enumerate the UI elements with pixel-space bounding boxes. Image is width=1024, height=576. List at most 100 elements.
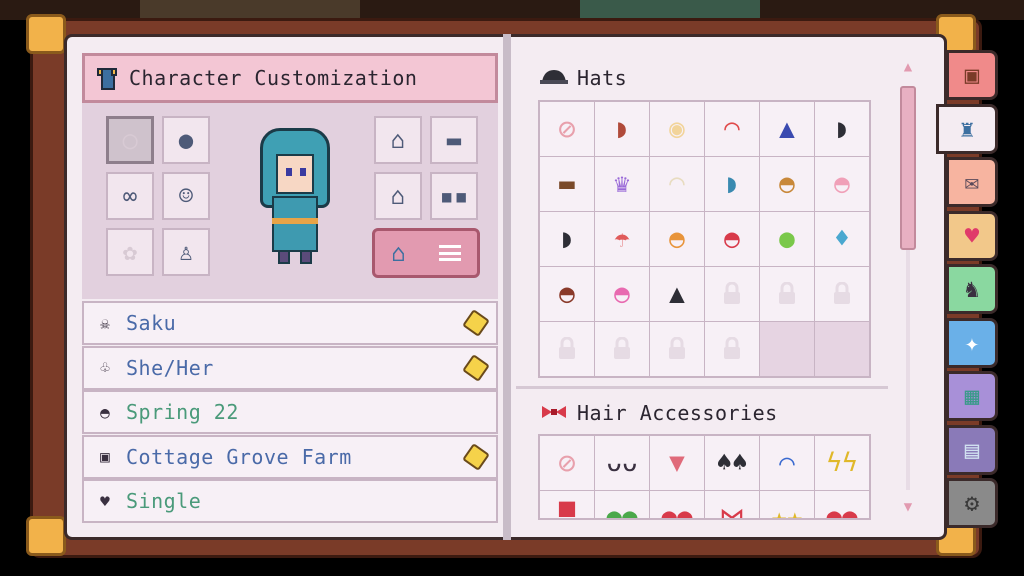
glasses-icon: ▪▪ <box>439 182 469 210</box>
tab-map[interactable]: ▦ <box>946 371 998 421</box>
locked-cell <box>650 322 704 376</box>
empty-cell <box>760 322 814 376</box>
hat-item[interactable]: ◠ <box>650 157 704 211</box>
tab-skills[interactable]: ✦ <box>946 317 998 368</box>
hair-accessory-item[interactable]: ●● <box>650 491 704 520</box>
none-option[interactable]: ⊘ <box>540 102 594 156</box>
info-row: ♥ Single <box>82 479 498 523</box>
bottom-slot[interactable]: ▬ <box>430 116 478 164</box>
edit-pencil-icon[interactable] <box>462 353 490 382</box>
hat-item-icon: ◓ <box>614 279 630 309</box>
lock-icon <box>614 337 630 359</box>
glasses-slot[interactable]: ▪▪ <box>430 172 478 220</box>
tab-relationships[interactable]: ♥ <box>946 210 998 261</box>
locked-cell <box>760 267 814 321</box>
hair-accessory-item-icon: ●● <box>826 503 858 520</box>
hair-accessory-item-icon: ᴗᴗ <box>606 448 638 478</box>
info-text: Cottage Grove Farm <box>126 444 352 469</box>
tab-mail[interactable]: ✉ <box>946 157 998 207</box>
info-row[interactable]: ▣ Cottage Grove Farm <box>82 434 498 479</box>
hat-item[interactable]: ▲ <box>760 102 814 156</box>
hat-item[interactable]: ◗ <box>540 212 594 266</box>
hair-accessory-item[interactable]: ▀ <box>540 491 594 520</box>
hair-accessory-item-icon: ●● <box>661 503 693 520</box>
hat-item[interactable]: ◉ <box>650 102 704 156</box>
hair-accessory-item[interactable]: ▼ <box>650 436 704 490</box>
accessory-slot[interactable]: ✿ <box>106 228 154 276</box>
hat-item[interactable]: ◗ <box>815 102 869 156</box>
section-divider <box>516 386 888 389</box>
hat-item[interactable]: ◓ <box>760 157 814 211</box>
edit-pencil-icon[interactable] <box>462 442 490 471</box>
hat-item[interactable]: ▬ <box>540 157 594 211</box>
scroll-down-arrow[interactable]: ▼ <box>898 500 918 514</box>
info-row: ◓ Spring 22 <box>82 390 498 434</box>
tab-animals[interactable]: ♞ <box>946 264 998 314</box>
bow-icon <box>540 404 568 420</box>
skull-icon: ☠ <box>100 313 110 333</box>
face-icon: ☺ <box>178 182 194 210</box>
hat-item[interactable]: ● <box>760 212 814 266</box>
hair-accessory-item[interactable]: ⋈ <box>705 491 759 518</box>
tab-settings[interactable]: ⚙ <box>946 478 998 528</box>
none-option[interactable]: ⊘ <box>540 436 594 490</box>
hairstyle-slot[interactable]: ● <box>162 116 210 164</box>
hat-item[interactable]: ◗ <box>705 157 759 211</box>
hat-item-icon: ● <box>779 224 795 254</box>
hat-item[interactable]: ◓ <box>815 157 869 211</box>
hair-accessory-item-icon: ★★ <box>771 503 803 520</box>
hat-item[interactable]: ◓ <box>705 212 759 266</box>
outerwear-slot[interactable]: ⌂ <box>374 172 422 220</box>
hair-accessory-item[interactable]: ●● <box>815 491 869 520</box>
tab-character[interactable]: ♜ <box>936 103 998 154</box>
info-row[interactable]: ☠ Saku <box>82 301 498 345</box>
hat-item[interactable]: ♛ <box>595 157 649 211</box>
scrollbar-thumb[interactable] <box>900 86 916 250</box>
hair-accessory-item-icon: ▀ <box>559 503 575 520</box>
scrollbar-rail <box>906 250 910 490</box>
hat-item[interactable]: ◗ <box>595 102 649 156</box>
shirt-icon <box>97 66 119 90</box>
hat-item[interactable]: ◓ <box>595 267 649 321</box>
info-text: She/Her <box>126 355 214 380</box>
hat-item-icon: ◓ <box>779 169 795 199</box>
hair-accessory-item[interactable]: ϟϟ <box>815 436 869 490</box>
hat-item[interactable]: ☂ <box>595 212 649 266</box>
hat-item-icon: ◗ <box>724 169 740 199</box>
hat-item[interactable]: ▲ <box>650 267 704 321</box>
hat-item[interactable]: ◓ <box>650 212 704 266</box>
accessory-icon: ✿ <box>122 238 138 266</box>
hair-color-slot[interactable]: ∞ <box>106 172 154 220</box>
hat-item[interactable]: ◓ <box>540 267 594 321</box>
hat-icon: ◯ <box>122 126 138 154</box>
hair-accessory-item[interactable]: ●● <box>595 491 649 520</box>
scroll-up-arrow[interactable]: ▲ <box>898 60 918 74</box>
hat-item[interactable]: ♦ <box>815 212 869 266</box>
hair-accessory-item[interactable]: ♠♠ <box>705 436 759 490</box>
hat-item[interactable]: ◠ <box>705 102 759 156</box>
info-row[interactable]: ♧ She/Her <box>82 345 498 390</box>
hair-accessory-item[interactable]: ᴗᴗ <box>595 436 649 490</box>
background-decoration <box>580 0 760 18</box>
tab-backpack[interactable]: ▣ <box>946 50 998 100</box>
body-slot[interactable]: ♙ <box>162 228 210 276</box>
hat-item-icon: ♛ <box>614 169 630 199</box>
hats-section-title: Hats <box>577 66 628 90</box>
hat-slot[interactable]: ◯ <box>106 116 154 164</box>
outerwear-icon: ⌂ <box>390 182 406 210</box>
hat-item-icon: ◠ <box>724 114 740 144</box>
hat-item-icon: ◗ <box>614 114 630 144</box>
corner-ornament <box>26 14 66 54</box>
face-slot[interactable]: ☺ <box>162 172 210 220</box>
info-text: Saku <box>126 311 177 335</box>
hair-accessory-item-icon: ●● <box>606 503 638 520</box>
hair-accessory-item[interactable]: ⌒ <box>760 436 814 490</box>
edit-pencil-icon[interactable] <box>462 309 490 337</box>
locked-cell <box>815 267 869 321</box>
outfit-icon: ⌂ <box>391 239 406 267</box>
info-text: Spring 22 <box>126 400 239 424</box>
hair-accessory-item[interactable]: ★★ <box>760 491 814 520</box>
top-slot[interactable]: ⌂ <box>374 116 422 164</box>
outfit-presets-button[interactable]: ⌂ <box>372 228 480 278</box>
tab-journal[interactable]: ▤ <box>946 424 998 475</box>
